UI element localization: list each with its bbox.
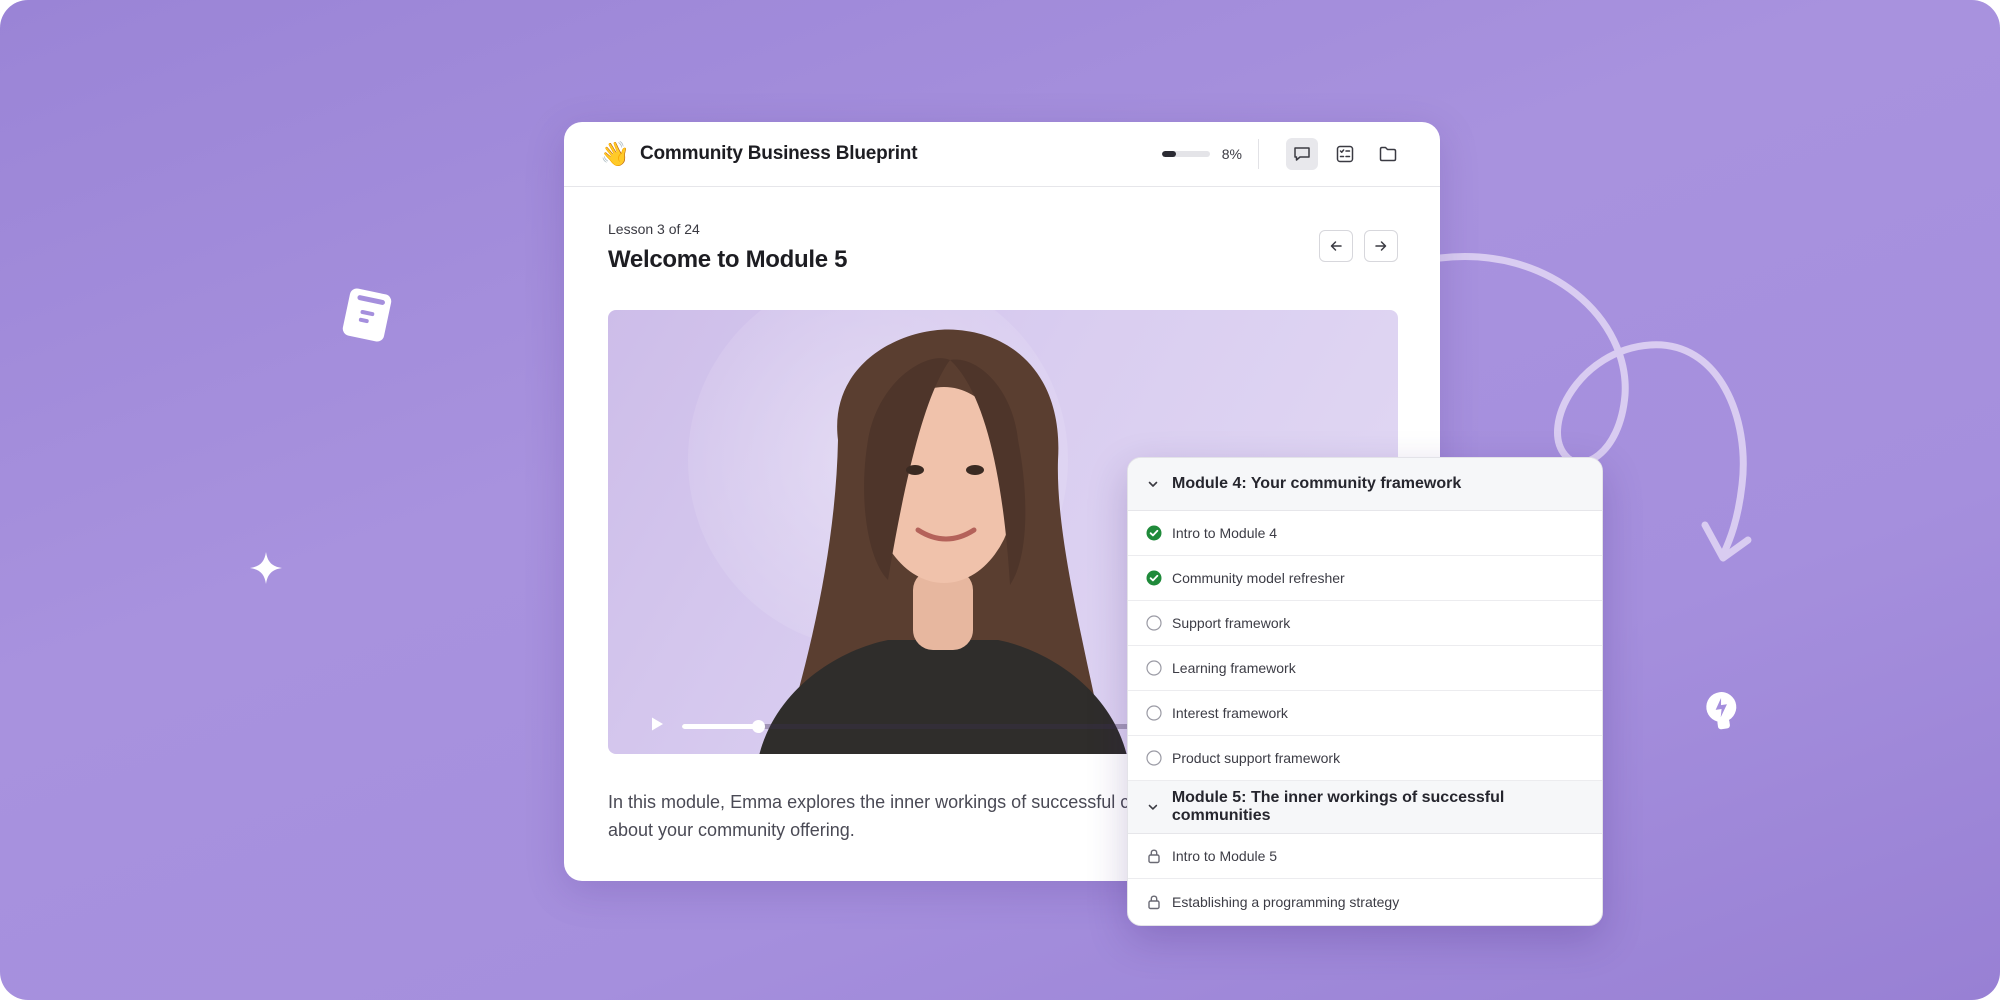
lesson-row-label: Product support framework bbox=[1172, 750, 1341, 766]
presenter-video-frame bbox=[759, 329, 1127, 754]
previous-lesson-button[interactable] bbox=[1319, 230, 1353, 262]
lesson-row[interactable]: Support framework bbox=[1128, 601, 1602, 646]
play-icon bbox=[652, 717, 663, 731]
lesson-row[interactable]: Learning framework bbox=[1128, 646, 1602, 691]
chat-icon bbox=[1294, 147, 1310, 161]
status-icon-m1-0 bbox=[1146, 848, 1162, 864]
course-progress-fill bbox=[1161, 151, 1176, 157]
sparkle-icon bbox=[250, 552, 282, 584]
video-progress-fill bbox=[682, 724, 758, 729]
comments-button[interactable] bbox=[1286, 138, 1318, 170]
lesson-row-label: Intro to Module 5 bbox=[1172, 848, 1278, 864]
curriculum-panel: Module 4: Your community framework Intro… bbox=[1127, 457, 1603, 926]
lesson-row[interactable]: Intro to Module 5 bbox=[1128, 834, 1602, 879]
module-title: Module 5: The inner workings of successf… bbox=[1171, 789, 1505, 824]
module-header[interactable]: Module 5: The inner workings of successf… bbox=[1128, 781, 1602, 834]
empty-circle-icon bbox=[1146, 750, 1162, 766]
lesson-row-label: Establishing a programming strategy bbox=[1172, 893, 1400, 910]
status-icon-m0-0 bbox=[1146, 525, 1162, 541]
course-progress-bar bbox=[1161, 151, 1210, 157]
video-scrubber-handle[interactable] bbox=[751, 720, 765, 733]
folder-icon bbox=[1379, 146, 1397, 162]
empty-circle-icon bbox=[1146, 660, 1162, 676]
status-icon-m0-2 bbox=[1146, 615, 1162, 631]
background-stage: 👋 Community Business Blueprint 8% Lesson… bbox=[0, 0, 2000, 1000]
status-icon-m0-4 bbox=[1146, 705, 1162, 721]
play-button[interactable] bbox=[648, 715, 666, 738]
lesson-title: Welcome to Module 5 bbox=[608, 246, 848, 273]
wave-emoji: 👋 bbox=[600, 140, 630, 168]
curriculum-button[interactable] bbox=[1329, 138, 1361, 170]
lesson-meta: Lesson 3 of 24 bbox=[608, 221, 700, 237]
lock-icon bbox=[1148, 895, 1160, 909]
lock-icon bbox=[1148, 849, 1160, 864]
course-title: Community Business Blueprint bbox=[640, 143, 918, 164]
module-title: Module 4: Your community framework bbox=[1172, 475, 1462, 492]
lesson-row[interactable]: Community model refresher bbox=[1128, 556, 1602, 601]
empty-circle-icon bbox=[1146, 705, 1162, 721]
lesson-row-label: Learning framework bbox=[1172, 660, 1296, 676]
chevron-down-icon bbox=[1148, 804, 1158, 810]
course-progress-label: 8% bbox=[1221, 146, 1242, 162]
chevron-down-icon bbox=[1148, 481, 1158, 487]
status-icon-m0-3 bbox=[1146, 660, 1162, 676]
lesson-row[interactable]: Establishing a programming strategy bbox=[1128, 879, 1602, 924]
resources-button[interactable] bbox=[1372, 138, 1404, 170]
checklist-icon bbox=[1336, 145, 1354, 163]
check-circle-icon bbox=[1146, 570, 1162, 586]
arrow-left-icon bbox=[1330, 241, 1342, 251]
lesson-row[interactable]: Intro to Module 4 bbox=[1128, 511, 1602, 556]
check-circle-icon bbox=[1146, 525, 1162, 541]
next-lesson-button[interactable] bbox=[1364, 230, 1398, 262]
lesson-row-label: Interest framework bbox=[1172, 705, 1288, 721]
lesson-row[interactable]: Product support framework bbox=[1128, 736, 1602, 781]
module-header[interactable]: Module 4: Your community framework bbox=[1128, 458, 1602, 511]
lesson-row-label: Community model refresher bbox=[1172, 570, 1345, 586]
book-icon bbox=[342, 288, 392, 342]
course-header: 👋 Community Business Blueprint 8% bbox=[564, 122, 1440, 187]
lesson-row[interactable]: Interest framework bbox=[1128, 691, 1602, 736]
lesson-row-label: Support framework bbox=[1172, 615, 1291, 631]
lightbulb-icon bbox=[1706, 692, 1737, 730]
status-icon-m0-5 bbox=[1146, 750, 1162, 766]
status-icon-m1-1 bbox=[1146, 894, 1162, 910]
empty-circle-icon bbox=[1146, 615, 1162, 631]
lesson-row-label: Intro to Module 4 bbox=[1172, 525, 1278, 541]
status-icon-m0-1 bbox=[1146, 570, 1162, 586]
arrow-right-icon bbox=[1375, 241, 1387, 251]
header-divider bbox=[1258, 139, 1259, 169]
